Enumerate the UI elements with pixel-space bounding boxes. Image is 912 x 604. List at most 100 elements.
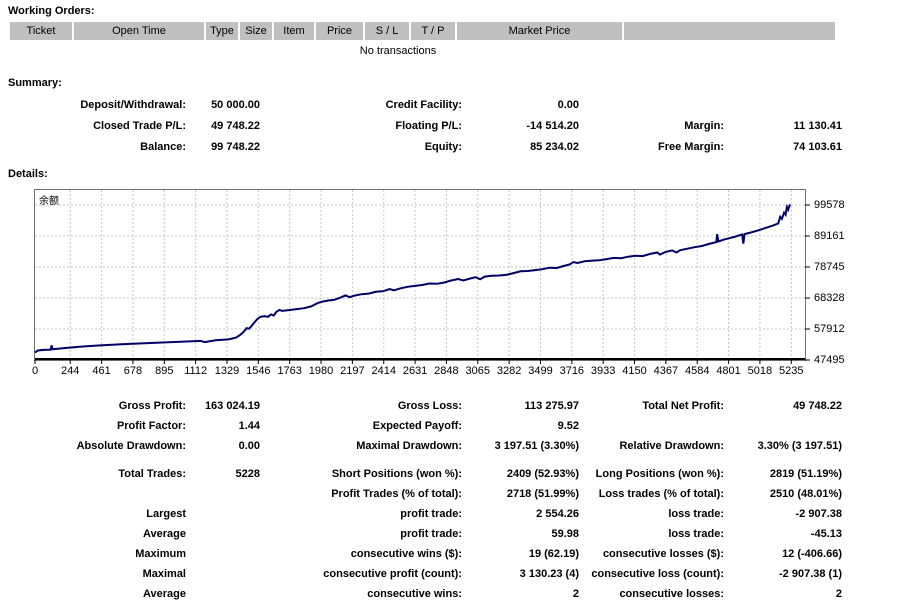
stat-value: 74 103.61 [793, 140, 842, 153]
working-orders-table: Ticket Open Time Type Size Item Price S … [8, 22, 837, 40]
summary-heading: Summary: [8, 77, 62, 89]
stat-value: 50 000.00 [211, 98, 260, 111]
chart-plot-area: 余额 [34, 189, 810, 364]
y-tick-label: 47495 [814, 354, 845, 366]
x-tick-label: 0 [31, 365, 39, 377]
y-tick-label: 99578 [814, 198, 845, 211]
table-row: Profit Trades (% of total): 2718 (51.99%)… [10, 484, 842, 504]
stat-label: Average [142, 588, 186, 600]
stat-label: Total Trades: [118, 468, 186, 480]
stat-label: profit trade: [400, 508, 462, 520]
x-tick-label: 5235 [779, 365, 804, 377]
stat-value: 2819 (51.19%) [769, 468, 842, 480]
stat-label: Loss trades (% of total): [598, 488, 724, 500]
stat-value [186, 524, 260, 544]
stat-label: Gross Profit: [118, 400, 186, 412]
stat-label: consecutive profit (count): [323, 568, 462, 580]
col-ticket: Ticket [10, 22, 72, 40]
summary-table: Deposit/Withdrawal: 50 000.00 Credit Facil… [10, 94, 842, 157]
stat-value: 2 [572, 588, 579, 600]
stat-value: 3 130.23 (4) [519, 568, 579, 580]
stat-value: 0.00 [557, 98, 579, 111]
stat-label: Profit Factor: [116, 420, 186, 432]
y-tick-label: 89161 [814, 229, 845, 242]
stat-value: 9.52 [557, 420, 579, 432]
stat-value [186, 564, 260, 584]
stat-value: 2510 (48.01%) [769, 488, 842, 500]
no-transactions-text: No transactions [359, 45, 437, 57]
table-row: Closed Trade P/L: 49 748.22 Floating P/L: -… [10, 115, 842, 136]
stat-value: 3.30% (3 197.51) [757, 440, 842, 452]
details-heading: Details: [8, 168, 48, 180]
col-price: Price [316, 22, 363, 40]
stat-label: Relative Drawdown: [619, 440, 724, 452]
stat-label: Credit Facility: [385, 98, 462, 111]
stat-value: 49 748.22 [211, 119, 260, 132]
table-row: Deposit/Withdrawal: 50 000.00 Credit Facil… [10, 94, 842, 115]
stat-value [186, 504, 260, 524]
stat-value: 3 197.51 (3.30%) [494, 440, 579, 452]
stat-label: Total Net Profit: [642, 400, 724, 412]
stat-value: 2 554.26 [536, 508, 579, 520]
chart-legend-label: 余额 [39, 196, 59, 207]
stat-value: -14 514.20 [526, 119, 579, 132]
table-row: Average consecutive wins: 2 consecutive los… [10, 584, 842, 604]
stat-label: loss trade: [668, 528, 724, 540]
stat-value: 5228 [235, 468, 260, 480]
stat-value: 2718 (51.99%) [506, 488, 579, 500]
table-row: Maximal consecutive profit (count): 3 130.… [10, 564, 842, 584]
stat-value [186, 484, 260, 504]
stat-label: Absolute Drawdown: [76, 440, 186, 452]
results-table: Gross Profit: 163 024.19 Gross Loss: 113 27… [10, 396, 842, 604]
stat-label: Maximum [135, 548, 186, 560]
stat-value: 2 [835, 588, 842, 600]
stat-label: consecutive wins ($): [350, 548, 462, 560]
y-tick-label: 57912 [814, 322, 845, 335]
stat-value: -45.13 [810, 528, 842, 540]
stat-value [724, 94, 842, 115]
chart-canvas [34, 190, 810, 364]
stat-label: Profit Trades (% of total): [331, 488, 462, 500]
balance-curve [34, 203, 792, 354]
stat-label: Closed Trade P/L: [93, 119, 186, 132]
stat-label [579, 416, 724, 436]
stat-label [10, 484, 186, 504]
stat-value: -2 907.38 [795, 508, 842, 520]
stat-label: Gross Loss: [397, 400, 462, 412]
stat-value: 12 (-406.66) [782, 548, 842, 560]
stat-value: 49 748.22 [793, 400, 842, 412]
stat-label [579, 94, 724, 115]
y-tick-label: 78745 [814, 260, 845, 273]
stat-label: Margin: [684, 119, 724, 132]
y-tick-label: 68328 [814, 291, 845, 304]
stat-label: consecutive loss (count): [591, 568, 724, 580]
stat-label: Largest [146, 508, 186, 520]
stat-label: Maximal [142, 568, 186, 580]
working-orders-header-row: Ticket Open Time Type Size Item Price S … [10, 22, 835, 40]
stat-value: 1.44 [238, 420, 260, 432]
stat-value [724, 416, 842, 436]
stat-label: Long Positions (won %): [595, 468, 724, 480]
stat-label: Deposit/Withdrawal: [80, 98, 186, 111]
stat-value: 113 275.97 [524, 400, 579, 412]
col-size: Size [240, 22, 272, 40]
col-blank [624, 22, 835, 40]
stat-value: 85 234.02 [530, 140, 579, 153]
stat-label: Short Positions (won %): [331, 468, 462, 480]
table-row: Absolute Drawdown: 0.00 Maximal Drawdown: 3… [10, 436, 842, 456]
stat-label: consecutive wins: [367, 588, 462, 600]
table-row: Total Trades: 5228 Short Positions (won %)… [10, 456, 842, 484]
stat-label: Floating P/L: [395, 119, 462, 132]
stat-label: consecutive losses: [619, 588, 724, 600]
stat-label: Average [142, 528, 186, 540]
stat-value: 11 130.41 [793, 119, 842, 132]
col-open-time: Open Time [74, 22, 204, 40]
statement-report: Working Orders: Ticket Open Time Type Si… [0, 0, 912, 604]
stat-label: profit trade: [400, 528, 462, 540]
stat-value: 19 (62.19) [528, 548, 579, 560]
table-row: Profit Factor: 1.44 Expected Payoff: 9.52 [10, 416, 842, 436]
stat-label: Maximal Drawdown: [356, 440, 462, 452]
stat-value: 59.98 [551, 528, 579, 540]
table-row: Largest profit trade: 2 554.26 loss trade: -… [10, 504, 842, 524]
stat-value [186, 584, 260, 604]
